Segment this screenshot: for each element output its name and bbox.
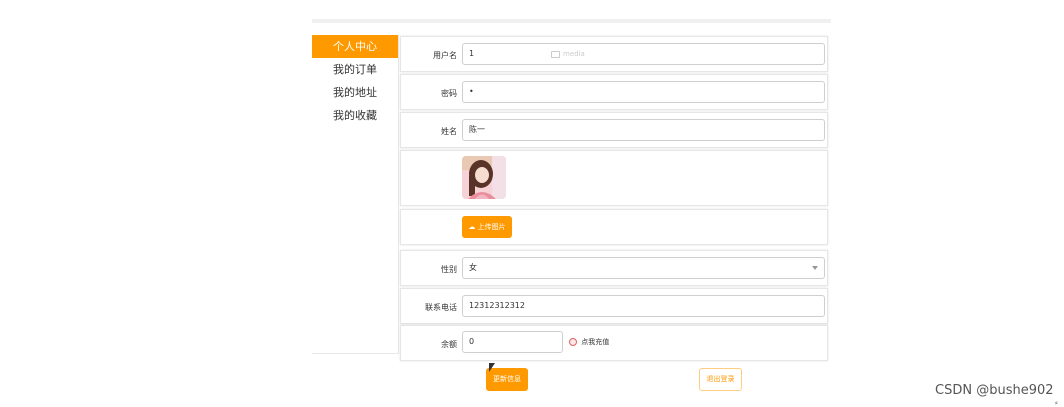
balance-label: 余额 xyxy=(441,340,457,349)
username-row: 用户名 1 media xyxy=(400,36,828,72)
profile-form: 用户名 1 media 密码 • 姓名 陈一 ☁ 上传图片 性别 女 联系电话 … xyxy=(398,35,831,406)
phone-value: 12312312312 xyxy=(469,301,525,310)
recharge-icon xyxy=(569,338,577,346)
username-hint-text: media xyxy=(563,50,585,58)
top-divider xyxy=(312,19,831,23)
username-value: 1 xyxy=(469,49,475,58)
upload-label: 上传图片 xyxy=(477,223,506,231)
balance-input[interactable]: 0 xyxy=(462,331,563,353)
avatar-row xyxy=(400,150,828,206)
phone-label: 联系电话 xyxy=(425,303,457,312)
name-row: 姓名 陈一 xyxy=(400,112,828,148)
recharge-link[interactable]: 点我充值 xyxy=(569,337,609,347)
gender-value: 女 xyxy=(469,263,477,272)
upload-icon: ☁ xyxy=(468,223,476,231)
avatar xyxy=(462,156,506,199)
gender-row: 性别 女 xyxy=(400,250,828,286)
username-label: 用户名 xyxy=(433,51,457,60)
phone-input[interactable]: 12312312312 xyxy=(462,295,825,317)
mouse-cursor-icon xyxy=(489,363,495,372)
logout-button[interactable]: 退出登录 xyxy=(699,368,742,391)
upload-row: ☁ 上传图片 xyxy=(400,209,828,245)
chevron-down-icon xyxy=(812,266,818,270)
username-input[interactable]: 1 media xyxy=(462,43,825,65)
sidebar-item-profile[interactable]: 个人中心 xyxy=(312,35,398,58)
balance-row: 余额 0 点我充值 xyxy=(400,325,828,361)
avatar-image xyxy=(462,156,506,199)
recharge-label: 点我充值 xyxy=(581,338,610,346)
image-icon xyxy=(551,50,560,58)
gender-label: 性别 xyxy=(441,265,457,274)
sidebar-item-orders[interactable]: 我的订单 xyxy=(312,58,398,81)
watermark: CSDN @bushe902 xyxy=(935,383,1054,398)
sidebar-item-address[interactable]: 我的地址 xyxy=(312,81,398,104)
upload-image-button[interactable]: ☁ 上传图片 xyxy=(462,216,512,238)
password-value: • xyxy=(469,87,474,96)
sidebar-item-favorites[interactable]: 我的收藏 xyxy=(312,104,398,127)
name-input[interactable]: 陈一 xyxy=(462,119,825,141)
balance-value: 0 xyxy=(469,337,475,346)
name-value: 陈一 xyxy=(469,125,485,134)
username-hint: media xyxy=(551,44,585,64)
gender-select[interactable]: 女 xyxy=(462,257,825,279)
sidebar: 个人中心 我的订单 我的地址 我的收藏 xyxy=(312,35,399,354)
phone-row: 联系电话 12312312312 xyxy=(400,288,828,324)
password-input[interactable]: • xyxy=(462,81,825,103)
password-row: 密码 • xyxy=(400,74,828,110)
password-label: 密码 xyxy=(441,89,457,98)
name-label: 姓名 xyxy=(441,127,457,136)
